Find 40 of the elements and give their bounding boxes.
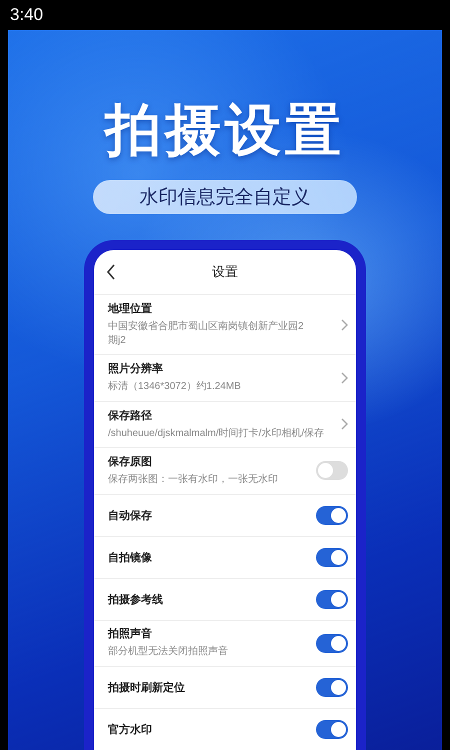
toggle-switch[interactable] (316, 506, 348, 524)
chevron-right-icon (341, 318, 348, 331)
setting-detail: /shuheuue/djskmalmalm/时间打卡/水印相机/保存 (108, 426, 326, 441)
toggle-switch[interactable] (316, 720, 348, 739)
setting-label: 地理位置 (108, 302, 153, 316)
setting-row[interactable]: 拍照声音 部分机型无法关闭拍照声音 (94, 620, 356, 666)
toggle-switch[interactable] (316, 461, 348, 480)
setting-detail: 中国安徽省合肥市蜀山区南岗镇创新产业园2期j2 (108, 320, 305, 348)
setting-row[interactable]: 拍摄时刷新定位 (94, 666, 356, 708)
toggle-switch[interactable] (316, 590, 348, 608)
setting-row[interactable]: 地理位置 中国安徽省合肥市蜀山区南岗镇创新产业园2期j2 (94, 294, 356, 354)
setting-label: 自拍镜像 (108, 550, 153, 564)
setting-label: 保存原图 (108, 454, 153, 470)
setting-row[interactable]: 保存原图 保存两张图：一张有水印，一张无水印 (94, 447, 356, 494)
setting-row[interactable]: 自动保存 (94, 494, 356, 536)
chevron-right-icon (341, 418, 348, 430)
setting-row[interactable]: 官方水印 (94, 708, 356, 750)
setting-row[interactable]: 拍摄参考线 (94, 578, 356, 620)
toggle-switch[interactable] (316, 548, 348, 566)
setting-label: 照片分辨率 (108, 362, 164, 376)
setting-label: 拍摄时刷新定位 (108, 680, 186, 695)
setting-detail: 标清（1346*3072）约1.24MB (108, 380, 242, 394)
chevron-right-icon (341, 372, 348, 384)
setting-label: 保存路径 (108, 408, 153, 423)
setting-row[interactable]: 保存路径 /shuheuue/djskmalmalm/时间打卡/水印相机/保存 (94, 400, 356, 448)
setting-label: 拍摄参考线 (108, 592, 164, 606)
setting-detail: 保存两张图：一张有水印，一张无水印 (108, 473, 279, 488)
setting-detail: 部分机型无法关闭拍照声音 (108, 645, 229, 660)
setting-label: 拍照声音 (108, 626, 153, 642)
toggle-switch[interactable] (316, 678, 348, 697)
setting-row[interactable]: 照片分辨率 标清（1346*3072）约1.24MB (94, 354, 356, 401)
tagline: 水印信息完全自定义 (93, 180, 357, 214)
headline: 拍摄设置 (105, 102, 345, 158)
status-time: 3:40 (10, 5, 44, 25)
setting-label: 官方水印 (108, 722, 153, 737)
setting-label: 自动保存 (108, 508, 153, 522)
screen-title: 设置 (212, 263, 238, 281)
back-icon[interactable] (106, 264, 116, 280)
toggle-switch[interactable] (316, 634, 348, 653)
setting-row[interactable]: 自拍镜像 (94, 536, 356, 578)
